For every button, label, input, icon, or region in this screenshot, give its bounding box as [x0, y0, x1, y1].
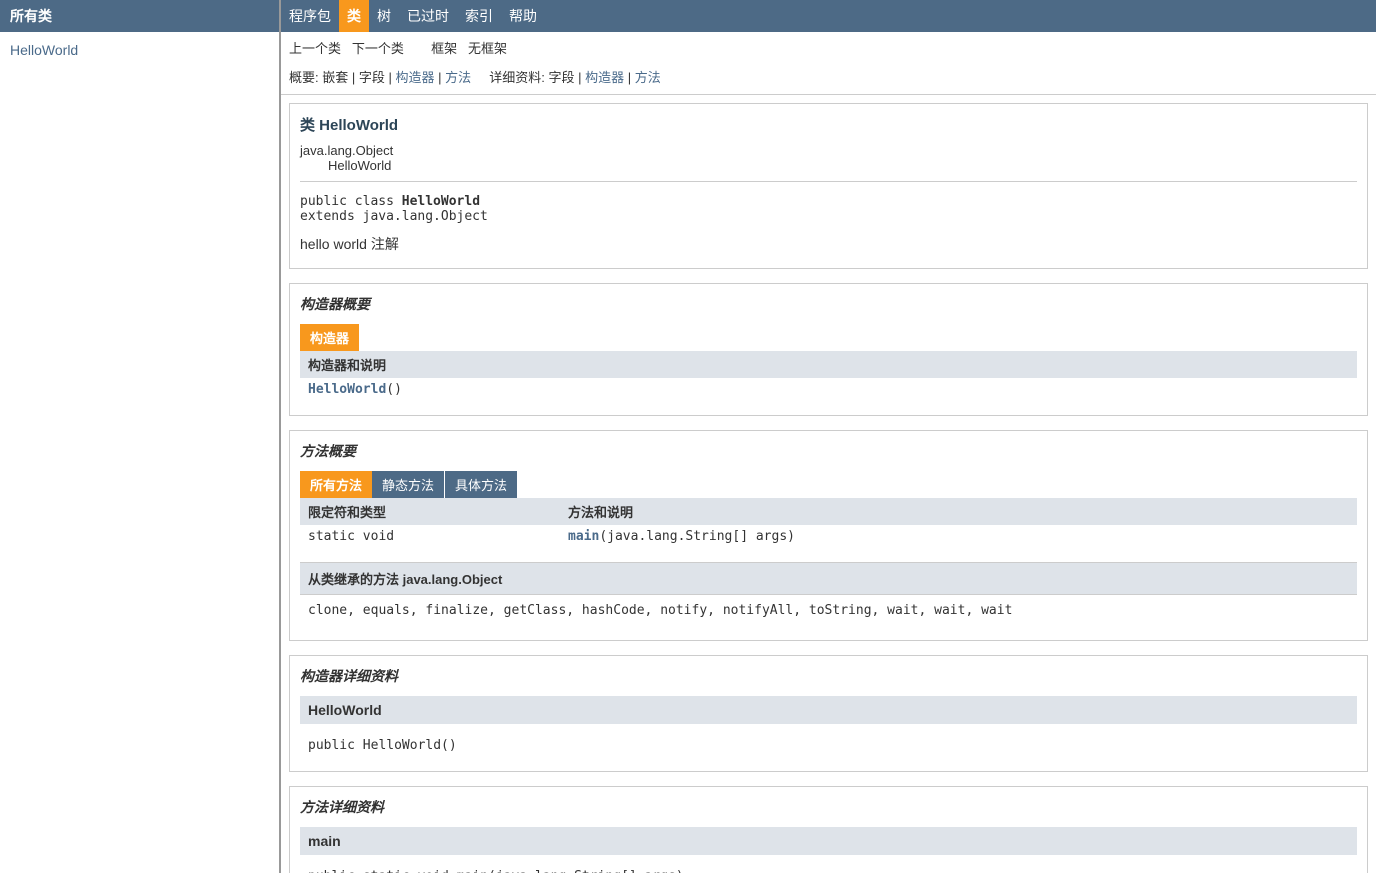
class-header-section: 类 HelloWorld java.lang.Object HelloWorld…	[289, 103, 1368, 269]
method-link-main[interactable]: main	[568, 529, 599, 544]
class-declaration: public class HelloWorld extends java.lan…	[300, 194, 1357, 224]
method-detail-section: 方法详细资料 main public static void main(java…	[289, 786, 1368, 873]
detail-method-link[interactable]: 方法	[635, 70, 661, 85]
main-panel: 程序包 类 树 已过时 索引 帮助 上一个类 下一个类 框架 无框架 概要: 嵌…	[281, 0, 1376, 873]
noframes-link[interactable]: 无框架	[468, 41, 507, 56]
detail-ctor-link[interactable]: 构造器	[585, 70, 624, 85]
detail-label: 详细资料:	[489, 70, 545, 85]
ctor-tab[interactable]: 构造器	[300, 324, 359, 351]
class-annotation: hello world 注解	[300, 234, 1357, 254]
subnav-row1: 上一个类 下一个类 框架 无框架	[281, 32, 1376, 63]
inheritance-parent: java.lang.Object	[300, 143, 1357, 158]
overview-field: 字段	[359, 70, 385, 85]
ctor-detail-sig: public HelloWorld()	[308, 738, 1349, 753]
nav-class[interactable]: 类	[339, 0, 369, 32]
sidebar-panel: 所有类 HelloWorld	[0, 0, 281, 873]
prev-class-link[interactable]: 上一个类	[289, 41, 341, 56]
nav-index[interactable]: 索引	[457, 0, 501, 32]
method-modifier: static void	[300, 525, 560, 548]
overview-ctor-link[interactable]: 构造器	[396, 70, 435, 85]
ctor-detail-name: HelloWorld	[300, 696, 1357, 724]
nav-tree[interactable]: 树	[369, 0, 399, 32]
tab-static-methods[interactable]: 静态方法	[372, 471, 444, 498]
class-title: 类 HelloWorld	[300, 114, 1357, 135]
method-summary-title: 方法概要	[300, 441, 1357, 461]
top-navbar: 程序包 类 树 已过时 索引 帮助	[281, 0, 1376, 32]
nav-help[interactable]: 帮助	[501, 0, 545, 32]
frames-link[interactable]: 框架	[431, 41, 457, 56]
ctor-link[interactable]: HelloWorld	[308, 382, 386, 397]
method-summary-table: 限定符和类型 方法和说明 static void main(java.lang.…	[300, 498, 1357, 548]
inherited-methods-list: clone, equals, finalize, getClass, hashC…	[300, 595, 1357, 626]
detail-field: 字段	[548, 70, 574, 85]
method-detail-sig: public static void main(java.lang.String…	[308, 869, 1349, 873]
ctor-detail-section: 构造器详细资料 HelloWorld public HelloWorld()	[289, 655, 1368, 772]
tab-concrete-methods[interactable]: 具体方法	[444, 471, 517, 498]
inherited-methods-header: 从类继承的方法 java.lang.Object	[300, 562, 1357, 595]
method-col2-header: 方法和说明	[560, 498, 1357, 525]
inheritance-child: HelloWorld	[300, 158, 1357, 173]
sidebar-item-helloworld[interactable]: HelloWorld	[10, 42, 78, 58]
overview-nested: 嵌套	[322, 70, 348, 85]
subnav-row2: 概要: 嵌套 | 字段 | 构造器 | 方法 详细资料: 字段 | 构造器 | …	[281, 63, 1376, 95]
method-detail-name: main	[300, 827, 1357, 855]
next-class-link[interactable]: 下一个类	[352, 41, 404, 56]
method-col1-header: 限定符和类型	[300, 498, 560, 525]
inheritance-tree: java.lang.Object HelloWorld	[300, 143, 1357, 182]
ctor-summary-table: 构造器和说明 HelloWorld()	[300, 351, 1357, 401]
overview-method-link[interactable]: 方法	[445, 70, 471, 85]
sidebar-header: 所有类	[0, 0, 279, 32]
overview-label: 概要:	[289, 70, 319, 85]
ctor-summary-title: 构造器概要	[300, 294, 1357, 314]
tab-all-methods[interactable]: 所有方法	[300, 471, 372, 498]
ctor-summary-section: 构造器概要 构造器 构造器和说明 HelloWorld()	[289, 283, 1368, 416]
nav-package[interactable]: 程序包	[281, 0, 339, 32]
nav-deprecated[interactable]: 已过时	[399, 0, 457, 32]
method-summary-section: 方法概要 所有方法 静态方法 具体方法 限定符和类型 方法和说明 static …	[289, 430, 1368, 641]
ctor-detail-title: 构造器详细资料	[300, 666, 1357, 686]
method-detail-title: 方法详细资料	[300, 797, 1357, 817]
ctor-col-header: 构造器和说明	[300, 351, 1357, 378]
